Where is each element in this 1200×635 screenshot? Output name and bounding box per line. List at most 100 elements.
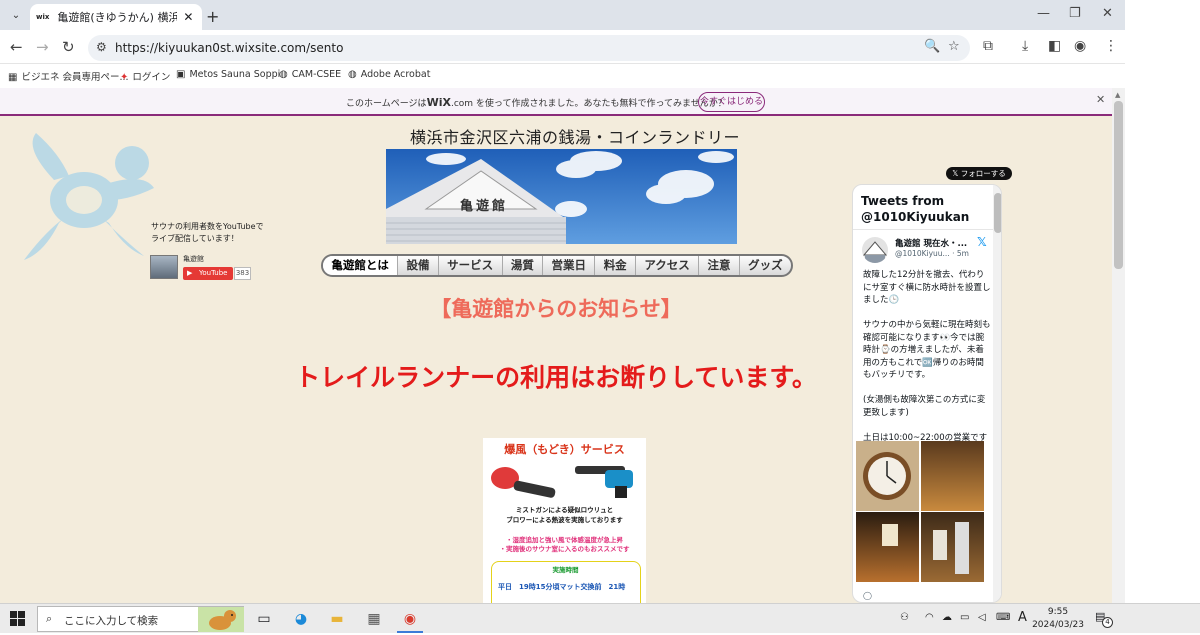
people-icon[interactable]: ⚇ [900, 612, 909, 623]
edge-browser-icon[interactable]: ◕ [292, 610, 310, 628]
wix-ad-banner: このホームページはWiX.com を使って作成されました。あなたも無料で作ってみ… [0, 88, 1112, 116]
youtube-subscribe-button[interactable]: ▶ YouTube [183, 267, 233, 280]
file-explorer-icon[interactable]: ▬ [328, 610, 346, 628]
profile-avatar-icon[interactable]: ◉ [1074, 38, 1086, 54]
browser-tab-active[interactable]: wix 亀遊館(きゆうかん) 横浜市金沢区 ✕ [30, 4, 202, 30]
reply-icon[interactable]: ◯ [863, 591, 872, 600]
bookmark-item[interactable]: ◍ Adobe Acrobat [348, 69, 430, 80]
url-text[interactable]: https://kiyuukan0st.wixsite.com/sento [115, 41, 343, 55]
window-close-icon[interactable]: ✕ [1102, 6, 1113, 21]
flyer-line: ・実施後のサウナ室に入るのもおススメです [499, 545, 630, 553]
site-menu: 亀遊館とは 設備 サービス 湯質 営業日 料金 アクセス 注意 グッズ [321, 254, 793, 277]
calculator-icon[interactable]: ▦ [365, 610, 383, 628]
menu-item-about[interactable]: 亀遊館とは [323, 256, 399, 275]
menu-item-notes[interactable]: 注意 [699, 256, 740, 275]
tweet-author-handle[interactable]: @1010Kiyuu... · 5m [895, 249, 969, 258]
tab-title: 亀遊館(きゆうかん) 横浜市金沢区 [57, 11, 178, 24]
widget-scrollbar[interactable] [993, 185, 1001, 602]
volume-icon[interactable]: ◁ [978, 612, 986, 623]
windows-start-icon[interactable] [10, 611, 25, 626]
tweet-photo-sauna[interactable] [856, 512, 919, 582]
cloud-icon[interactable]: ☁ [942, 612, 952, 623]
bookmark-item[interactable]: ✦ ログイン [120, 69, 170, 83]
globe-icon: ◍ [279, 69, 288, 80]
address-bar[interactable]: ⚙ https://kiyuukan0st.wixsite.com/sento … [88, 35, 970, 61]
twitter-timeline-widget: Tweets from @1010Kiyuukan 亀遊館 現在水・... @1… [852, 184, 1002, 603]
menu-item-business-days[interactable]: 営業日 [543, 256, 596, 275]
taskbar-search-placeholder: ここに入力して検索 [64, 615, 159, 627]
bookmark-item[interactable]: ◍ CAM-CSEE [279, 69, 341, 80]
tab-search-button[interactable]: ⌄ [6, 6, 26, 24]
notification-center-icon[interactable]: ▤ 4 [1095, 610, 1113, 628]
taskbar-search-box[interactable]: ⌕ ここに入力して検索 [37, 606, 244, 632]
notification-count-badge: 4 [1102, 617, 1113, 628]
tweet-text: 故障した12分計を撤去、代わりにサ室すぐ横に防水時計を設置しました🕒 サウナの中… [863, 270, 991, 455]
tweet-photo-sauna[interactable] [921, 512, 984, 582]
more-menu-icon[interactable]: ⋮ [1104, 38, 1118, 54]
browser-window: ⌄ wix 亀遊館(きゆうかん) 横浜市金沢区 ✕ + — ❐ ✕ ← → ↻ … [0, 0, 1125, 603]
bag-icon: ▣ [176, 69, 186, 80]
reload-icon[interactable]: ↻ [62, 38, 75, 56]
desktop-background [1125, 0, 1200, 603]
clock-date: 2024/03/23 [1032, 620, 1084, 630]
download-icon[interactable]: ⤓ [1022, 38, 1028, 54]
menu-item-goods[interactable]: グッズ [740, 256, 791, 275]
menu-item-services[interactable]: サービス [439, 256, 503, 275]
timeline-header: Tweets from @1010Kiyuukan [861, 194, 970, 224]
page-scrollbar[interactable]: ▲ [1112, 88, 1125, 603]
flyer-schedule-heading: 実施時間 [552, 566, 579, 574]
youtube-channel-name[interactable]: 亀遊館 [183, 254, 204, 264]
battery-icon[interactable]: ▭ [960, 612, 969, 623]
site-info-icon[interactable]: ⚙ [96, 40, 107, 54]
bookmark-item[interactable]: ▣ Metos Sauna Soppi [176, 69, 280, 80]
keyboard-icon[interactable]: ⌨ [996, 612, 1010, 623]
wix-start-button[interactable]: 今すぐはじめる [698, 92, 765, 112]
forward-arrow-icon[interactable]: → [36, 38, 49, 56]
chrome-browser-icon[interactable]: ◉ [401, 610, 419, 628]
tab-strip: ⌄ wix 亀遊館(きゆうかん) 横浜市金沢区 ✕ + — ❐ ✕ [0, 0, 1125, 30]
extensions-puzzle-icon[interactable]: ⧉ [983, 38, 993, 54]
system-clock[interactable]: 9:55 2024/03/23 [1030, 606, 1086, 632]
flyer-line: ミストガンによる疑似ロウリュと [515, 506, 614, 514]
page-scrollbar-thumb[interactable] [1114, 101, 1123, 269]
back-arrow-icon[interactable]: ← [10, 38, 23, 56]
windows-taskbar: ⌕ ここに入力して検索 ▭ ◕ ▬ ▦ ◉ ⚇ ◠ ☁ ▭ ◁ ⌨ A 9:55… [0, 603, 1200, 633]
tweet-photo-clock[interactable] [856, 441, 919, 511]
search-icon: ⌕ [46, 612, 53, 625]
web-page: このホームページはWiX.com を使って作成されました。あなたも無料で作ってみ… [0, 88, 1112, 603]
menu-item-water[interactable]: 湯質 [503, 256, 544, 275]
flame-icon: ✦ [120, 72, 129, 83]
scroll-up-arrow-icon[interactable]: ▲ [1115, 91, 1120, 99]
youtube-play-icon: ▶ [187, 269, 193, 277]
tweet-avatar[interactable] [862, 237, 888, 263]
menu-item-fees[interactable]: 料金 [595, 256, 637, 275]
flyer-schedule-line: 平日 19時15分頃マット交換前 21時 [498, 583, 626, 591]
menu-item-access[interactable]: アクセス [636, 256, 700, 275]
tab-close-icon[interactable]: ✕ [183, 10, 193, 24]
bookmark-item[interactable]: ▦ ビジエネ 会員専用ペー... [8, 69, 129, 83]
menu-item-facilities[interactable]: 設備 [398, 256, 439, 275]
clock-time: 9:55 [1047, 607, 1069, 617]
x-follow-button[interactable]: 𝕏 フォローする [946, 167, 1012, 180]
wix-banner-text: このホームページはWiX.com を使って作成されました。あなたも無料で作ってみ… [346, 96, 727, 109]
close-icon[interactable]: ✕ [1096, 93, 1105, 106]
divider [853, 229, 993, 230]
x-logo-icon[interactable]: 𝕏 [977, 235, 987, 249]
tweet-author-name[interactable]: 亀遊館 現在水・... [895, 237, 967, 249]
new-tab-plus-icon[interactable]: + [206, 7, 219, 26]
wifi-icon[interactable]: ◠ [925, 612, 934, 623]
banner-image [386, 149, 737, 244]
youtube-channel-avatar[interactable] [150, 255, 178, 279]
minimize-icon[interactable]: — [1037, 6, 1050, 21]
task-view-icon[interactable]: ▭ [255, 610, 273, 628]
restore-icon[interactable]: ❐ [1069, 6, 1081, 21]
flyer-line: ブロワーによる熱波を実施しております [506, 516, 623, 524]
zoom-icon[interactable]: 🔍 [924, 39, 940, 54]
chevron-down-icon: ⌄ [11, 9, 21, 21]
side-panel-icon[interactable]: ◧ [1048, 38, 1061, 54]
turtle-logo-icon [24, 133, 154, 260]
ime-indicator[interactable]: A [1018, 610, 1027, 625]
widget-scrollbar-thumb[interactable] [994, 193, 1001, 233]
tweet-photo-sauna[interactable] [921, 441, 984, 511]
bookmark-star-icon[interactable]: ☆ [948, 39, 960, 54]
